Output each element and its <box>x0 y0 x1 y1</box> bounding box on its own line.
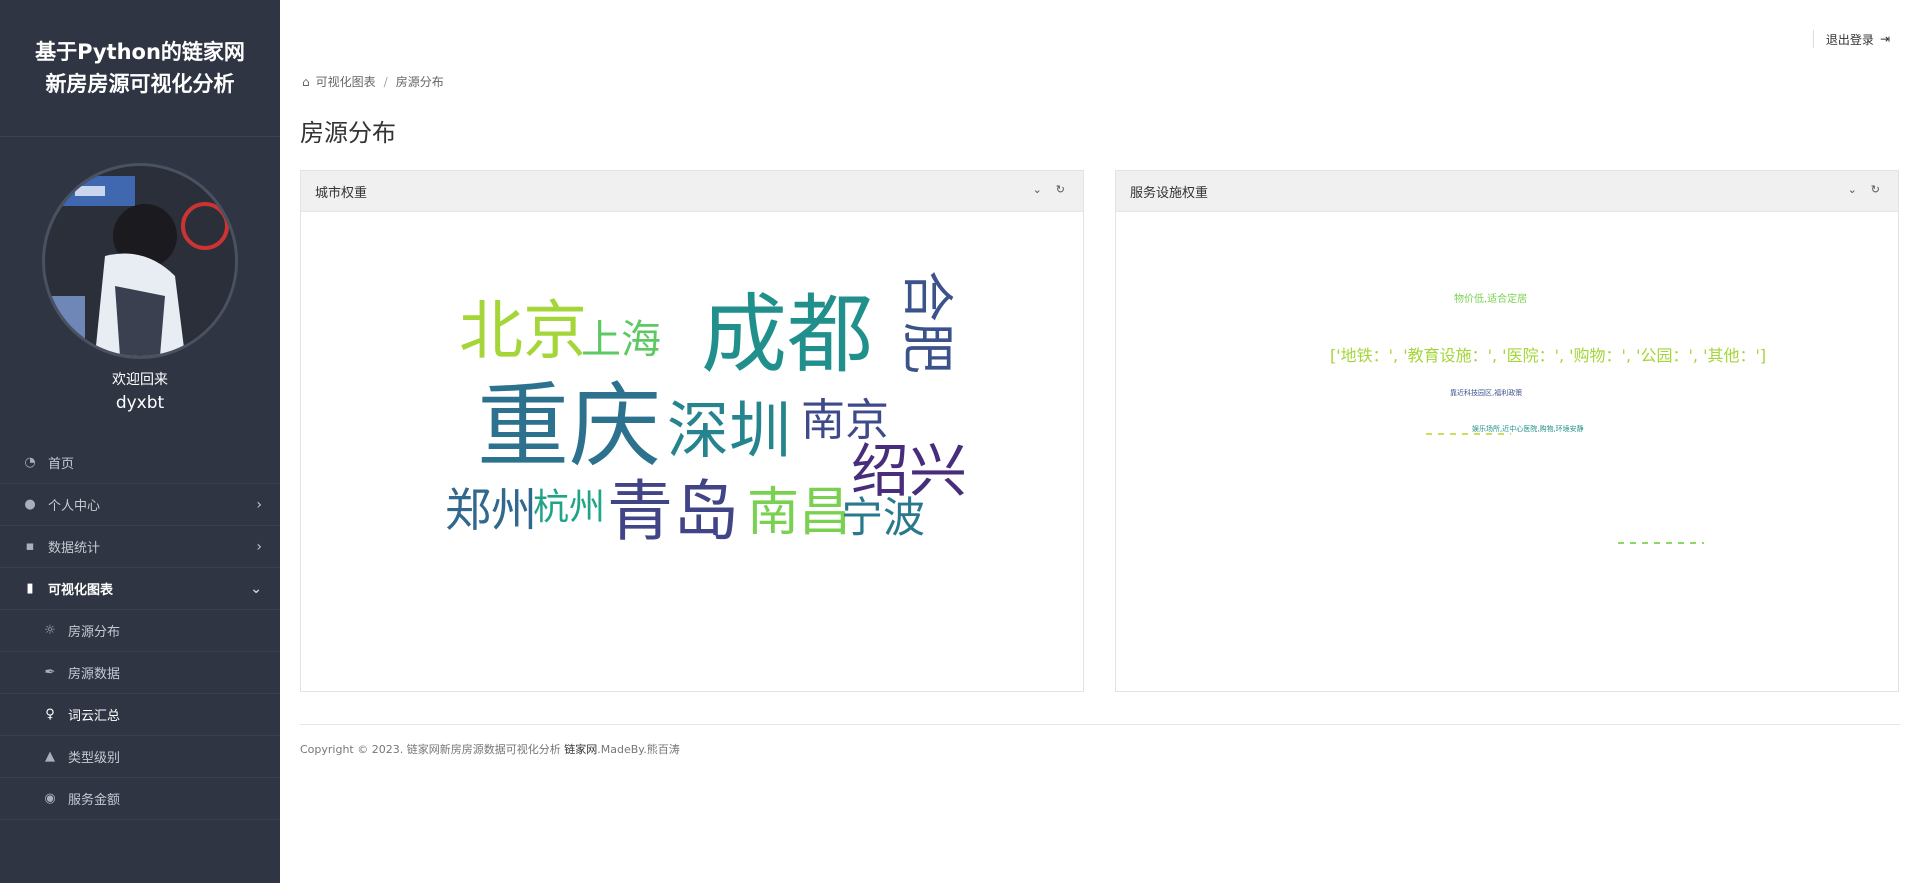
tiny-words-decoration <box>1426 433 1704 544</box>
footer: Copyright © 2023. 链家网新房房源数据可视化分析 链家网.Mad… <box>300 741 680 757</box>
avatar <box>42 163 238 359</box>
logout-button[interactable]: 退出登录 ⇥ <box>1812 30 1890 48</box>
panel-title: 服务设施权重 <box>1130 185 1209 201</box>
footer-divider <box>300 724 1900 725</box>
panel-title: 城市权重 <box>315 185 368 201</box>
menu-label: 个人中心 <box>48 499 101 514</box>
menu-label: 类型级别 <box>68 751 121 766</box>
word-ningbo: 宁波 <box>841 493 926 542</box>
footer-copyright: Copyright © 2023. 链家网新房房源数据可视化分析 <box>300 743 561 756</box>
word-zhengzhou: 郑州 <box>445 483 537 537</box>
panel-header: 城市权重 ⌄ ↻ <box>301 171 1083 212</box>
chevron-right-icon: › <box>256 538 262 555</box>
word-nanchang: 南昌 <box>747 483 852 543</box>
submenu-item-service-amount[interactable]: ◉ 服务金额 <box>0 778 280 820</box>
menu-label: 首页 <box>48 457 75 472</box>
chevron-down-icon: ⌄ <box>250 580 262 597</box>
user-icon: ● <box>24 497 36 512</box>
refresh-icon[interactable]: ↻ <box>1871 183 1880 196</box>
sun-icon: ☼ <box>44 623 56 638</box>
logout-label: 退出登录 <box>1825 32 1874 47</box>
profile: 欢迎回来 dyxbt <box>0 137 280 413</box>
menu-item-home[interactable]: ◔ 首页 <box>0 442 280 484</box>
menu-label: 数据统计 <box>48 541 101 556</box>
menu-item-charts[interactable]: ▮ 可视化图表 ⌄ <box>0 568 280 610</box>
lightbulb-icon: ♀ <box>45 707 55 722</box>
menu-label: 服务金额 <box>68 793 121 808</box>
word-shenzhen: 深圳 <box>667 394 792 467</box>
username: dyxbt <box>115 393 165 413</box>
collapse-icon[interactable]: ⌄ <box>1848 183 1857 196</box>
welcome-text: 欢迎回来 <box>112 372 168 388</box>
grid-icon: ▪ <box>25 539 35 554</box>
submenu-item-wordcloud[interactable]: ♀ 词云汇总 <box>0 694 280 736</box>
refresh-icon[interactable]: ↻ <box>1056 183 1065 196</box>
menu-item-personal[interactable]: ● 个人中心 › <box>0 484 280 526</box>
brand-line-2: 新房房源可视化分析 <box>45 72 235 96</box>
panel-tools: ⌄ ↻ <box>1848 183 1880 196</box>
home-icon: ⌂ <box>302 74 310 89</box>
footer-link[interactable]: 链家网 <box>564 743 597 756</box>
menu-label: 词云汇总 <box>68 709 121 724</box>
submenu-item-housing-data[interactable]: ✒ 房源数据 <box>0 652 280 694</box>
menu-label: 房源分布 <box>68 625 121 640</box>
panel-header: 服务设施权重 ⌄ ↻ <box>1116 171 1898 212</box>
submenu-item-type-level[interactable]: ▲ 类型级别 <box>0 736 280 778</box>
breadcrumb: ⌂ 可视化图表 / 房源分布 <box>302 73 444 90</box>
breadcrumb-current: 房源分布 <box>395 75 444 89</box>
word-hangzhou: 杭州 <box>533 487 606 528</box>
sidebar-menu: ◔ 首页 ● 个人中心 › ▪ 数据统计 › ▮ 可视化图表 ⌄ ☼ 房源分布 … <box>0 442 280 820</box>
breadcrumb-separator: / <box>383 74 388 89</box>
menu-item-statistics[interactable]: ▪ 数据统计 › <box>0 526 280 568</box>
service-wordcloud: 物价低,适合定居 ['地铁：', '教育设施：', '医院：', '购物：', … <box>1116 212 1898 692</box>
collapse-icon[interactable]: ⌄ <box>1033 183 1042 196</box>
menu-label: 可视化图表 <box>48 583 114 598</box>
city-wordcloud: 北京 上海 成都 合肥 重庆 深圳 南京 绍兴 郑州 杭州 青岛 南昌 宁波 <box>301 212 1083 692</box>
panel-tools: ⌄ ↻ <box>1033 183 1065 196</box>
page-title: 房源分布 <box>300 119 396 147</box>
globe-icon: ◉ <box>44 791 56 806</box>
word-qingdao: 青岛 <box>607 473 739 550</box>
graduation-cap-icon: ▲ <box>45 749 55 764</box>
bar-chart-icon: ▮ <box>26 581 34 596</box>
word-hefei: 合肥 <box>896 270 956 375</box>
word-chengdu: 成都 <box>701 285 873 385</box>
panel-service-weight: 服务设施权重 ⌄ ↻ 物价低,适合定居 ['地铁：', '教育设施：', '医院… <box>1115 170 1899 692</box>
feather-icon: ✒ <box>44 665 56 680</box>
logout-icon: ⇥ <box>1879 32 1890 46</box>
brand-title: 基于Python的链家网 新房房源可视化分析 <box>0 0 280 137</box>
chevron-right-icon: › <box>256 496 262 513</box>
panel-city-weight: 城市权重 ⌄ ↻ 北京 上海 成都 合肥 重庆 深圳 南京 绍兴 郑州 杭州 青… <box>300 170 1084 692</box>
avatar-illustration <box>45 166 235 356</box>
dashboard-icon: ◔ <box>24 455 36 470</box>
sidebar: 基于Python的链家网 新房房源可视化分析 欢迎回来 dyxbt ◔ 首页 ● <box>0 0 280 883</box>
submenu-item-distribution[interactable]: ☼ 房源分布 <box>0 610 280 652</box>
breadcrumb-link[interactable]: 可视化图表 <box>316 73 376 90</box>
menu-label: 房源数据 <box>68 667 121 682</box>
brand-line-1: 基于Python的链家网 <box>35 40 245 64</box>
footer-suffix: .MadeBy.熊百涛 <box>597 743 680 756</box>
